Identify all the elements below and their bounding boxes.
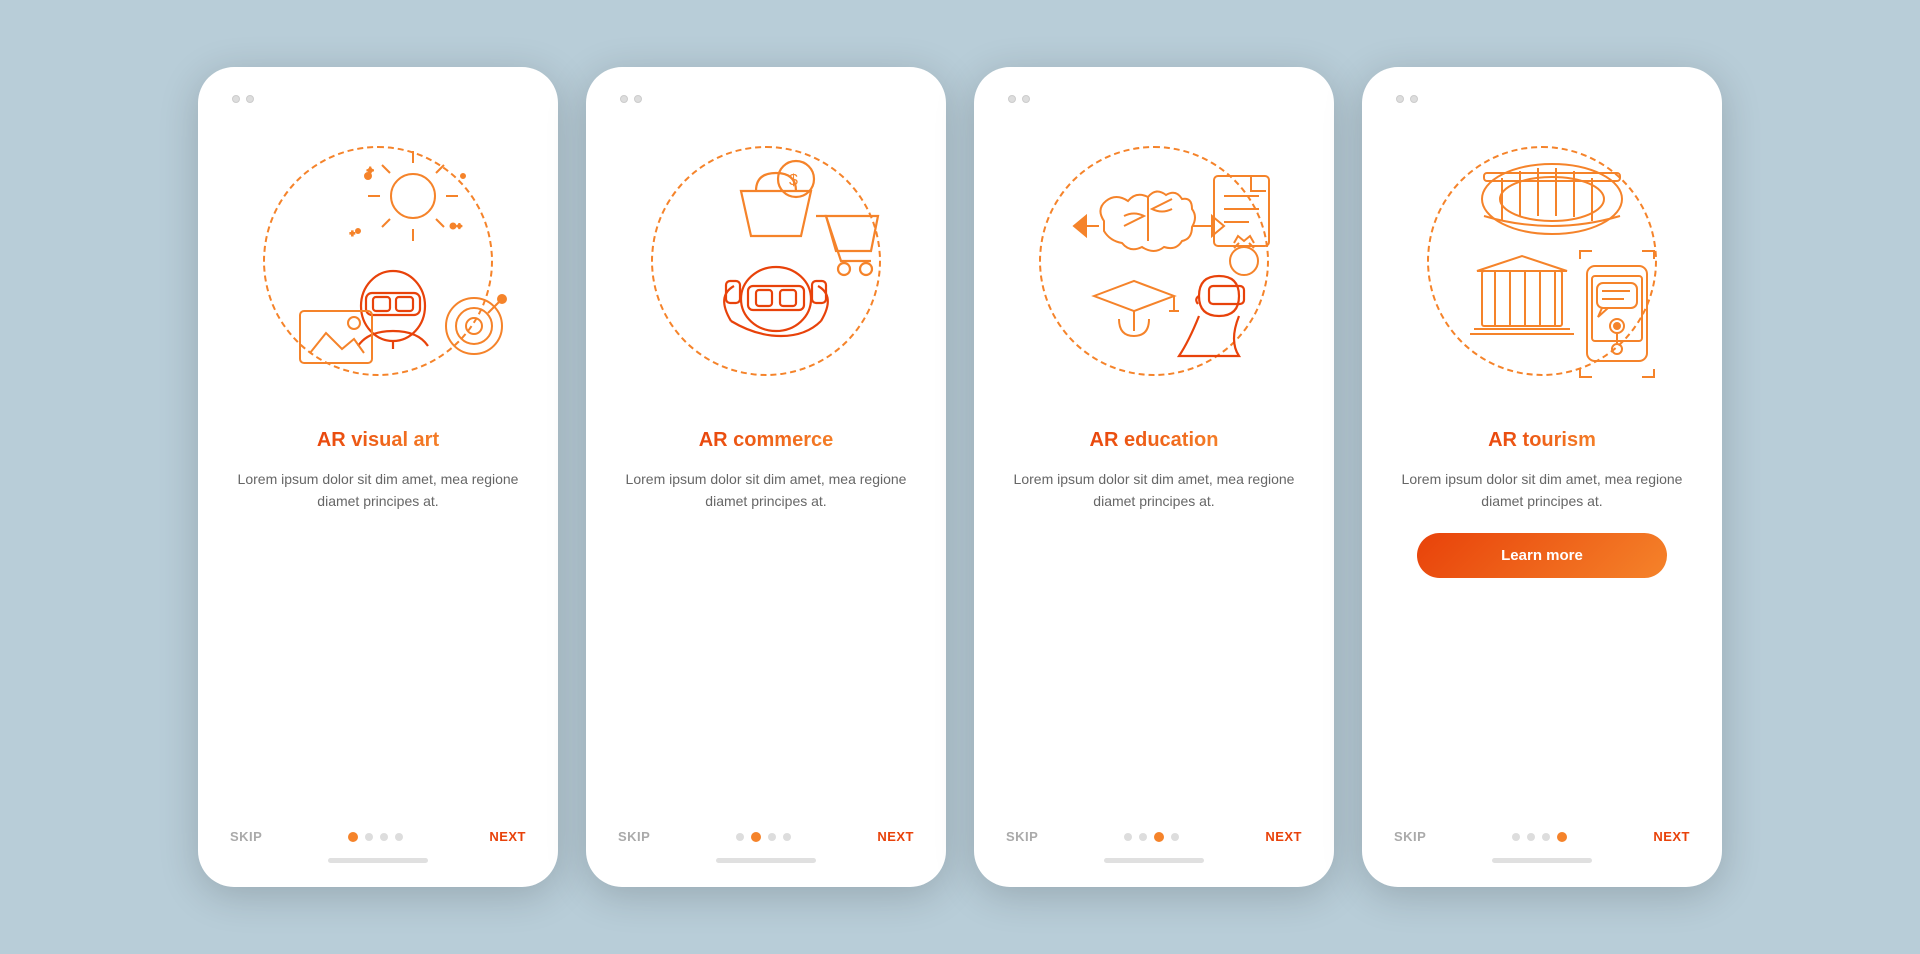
svg-text:✦: ✦: [366, 166, 374, 177]
next-button-1[interactable]: NEXT: [489, 829, 526, 844]
nav-dots-4: [1512, 832, 1567, 842]
nav-dot: [1512, 833, 1520, 841]
nav-dots-1: [348, 832, 403, 842]
nav-dot-active: [751, 832, 761, 842]
nav-dot: [395, 833, 403, 841]
status-bar-3: [1008, 95, 1030, 103]
screen-desc-2: Lorem ipsum dolor sit dim amet, mea regi…: [610, 468, 922, 513]
nav-dot: [1171, 833, 1179, 841]
screen-desc-1: Lorem ipsum dolor sit dim amet, mea regi…: [222, 468, 534, 513]
screen-ar-tourism: AR tourism Lorem ipsum dolor sit dim ame…: [1362, 67, 1722, 887]
svg-text:✦: ✦: [456, 222, 463, 231]
screen-title-1: AR visual art: [317, 429, 439, 452]
education-svg: [1014, 121, 1294, 401]
skip-button-3[interactable]: SKIP: [1006, 829, 1038, 844]
nav-dot-active: [348, 832, 358, 842]
nav-dots-2: [736, 832, 791, 842]
next-button-2[interactable]: NEXT: [877, 829, 914, 844]
screens-container: ✦ ✦ +: [198, 67, 1722, 887]
screen-title-3: AR education: [1090, 429, 1219, 452]
screen-ar-commerce: $: [586, 67, 946, 887]
nav-dot: [1542, 833, 1550, 841]
nav-dot: [768, 833, 776, 841]
nav-bar-4: SKIP NEXT: [1386, 829, 1698, 844]
nav-bar-2: SKIP NEXT: [610, 829, 922, 844]
illustration-commerce: $: [626, 121, 906, 401]
next-button-3[interactable]: NEXT: [1265, 829, 1302, 844]
nav-bar-1: SKIP NEXT: [222, 829, 534, 844]
screen-desc-4: Lorem ipsum dolor sit dim amet, mea regi…: [1386, 468, 1698, 513]
bottom-handle-2: [716, 858, 816, 863]
tourism-svg: [1402, 121, 1682, 401]
nav-dots-3: [1124, 832, 1179, 842]
status-bar-4: [1396, 95, 1418, 103]
illustration-tourism: [1402, 121, 1682, 401]
nav-dot-active: [1154, 832, 1164, 842]
svg-text:+: +: [350, 229, 355, 238]
nav-dot: [1124, 833, 1132, 841]
nav-dot: [365, 833, 373, 841]
skip-button-4[interactable]: SKIP: [1394, 829, 1426, 844]
status-bar-2: [620, 95, 642, 103]
screen-ar-visual-art: ✦ ✦ +: [198, 67, 558, 887]
nav-dot: [736, 833, 744, 841]
learn-more-button[interactable]: Learn more: [1417, 533, 1667, 578]
nav-dot: [1139, 833, 1147, 841]
nav-dot: [1527, 833, 1535, 841]
status-dot: [232, 95, 240, 103]
svg-text:$: $: [789, 172, 798, 189]
status-dot: [1410, 95, 1418, 103]
bottom-handle-4: [1492, 858, 1592, 863]
bottom-handle-3: [1104, 858, 1204, 863]
nav-dot: [380, 833, 388, 841]
commerce-svg: $: [626, 121, 906, 401]
visual-art-svg: ✦ ✦ +: [238, 121, 518, 401]
status-dot: [1022, 95, 1030, 103]
next-button-4[interactable]: NEXT: [1653, 829, 1690, 844]
nav-dot: [783, 833, 791, 841]
skip-button-1[interactable]: SKIP: [230, 829, 262, 844]
status-dot: [1396, 95, 1404, 103]
illustration-education: [1014, 121, 1294, 401]
status-dot: [1008, 95, 1016, 103]
illustration-visual-art: ✦ ✦ +: [238, 121, 518, 401]
screen-ar-education: AR education Lorem ipsum dolor sit dim a…: [974, 67, 1334, 887]
bottom-handle-1: [328, 858, 428, 863]
status-dot: [620, 95, 628, 103]
status-bar-1: [232, 95, 254, 103]
nav-bar-3: SKIP NEXT: [998, 829, 1310, 844]
status-dot: [246, 95, 254, 103]
skip-button-2[interactable]: SKIP: [618, 829, 650, 844]
status-dot: [634, 95, 642, 103]
nav-dot-active: [1557, 832, 1567, 842]
screen-title-2: AR commerce: [699, 429, 834, 452]
screen-title-4: AR tourism: [1488, 429, 1596, 452]
screen-desc-3: Lorem ipsum dolor sit dim amet, mea regi…: [998, 468, 1310, 513]
